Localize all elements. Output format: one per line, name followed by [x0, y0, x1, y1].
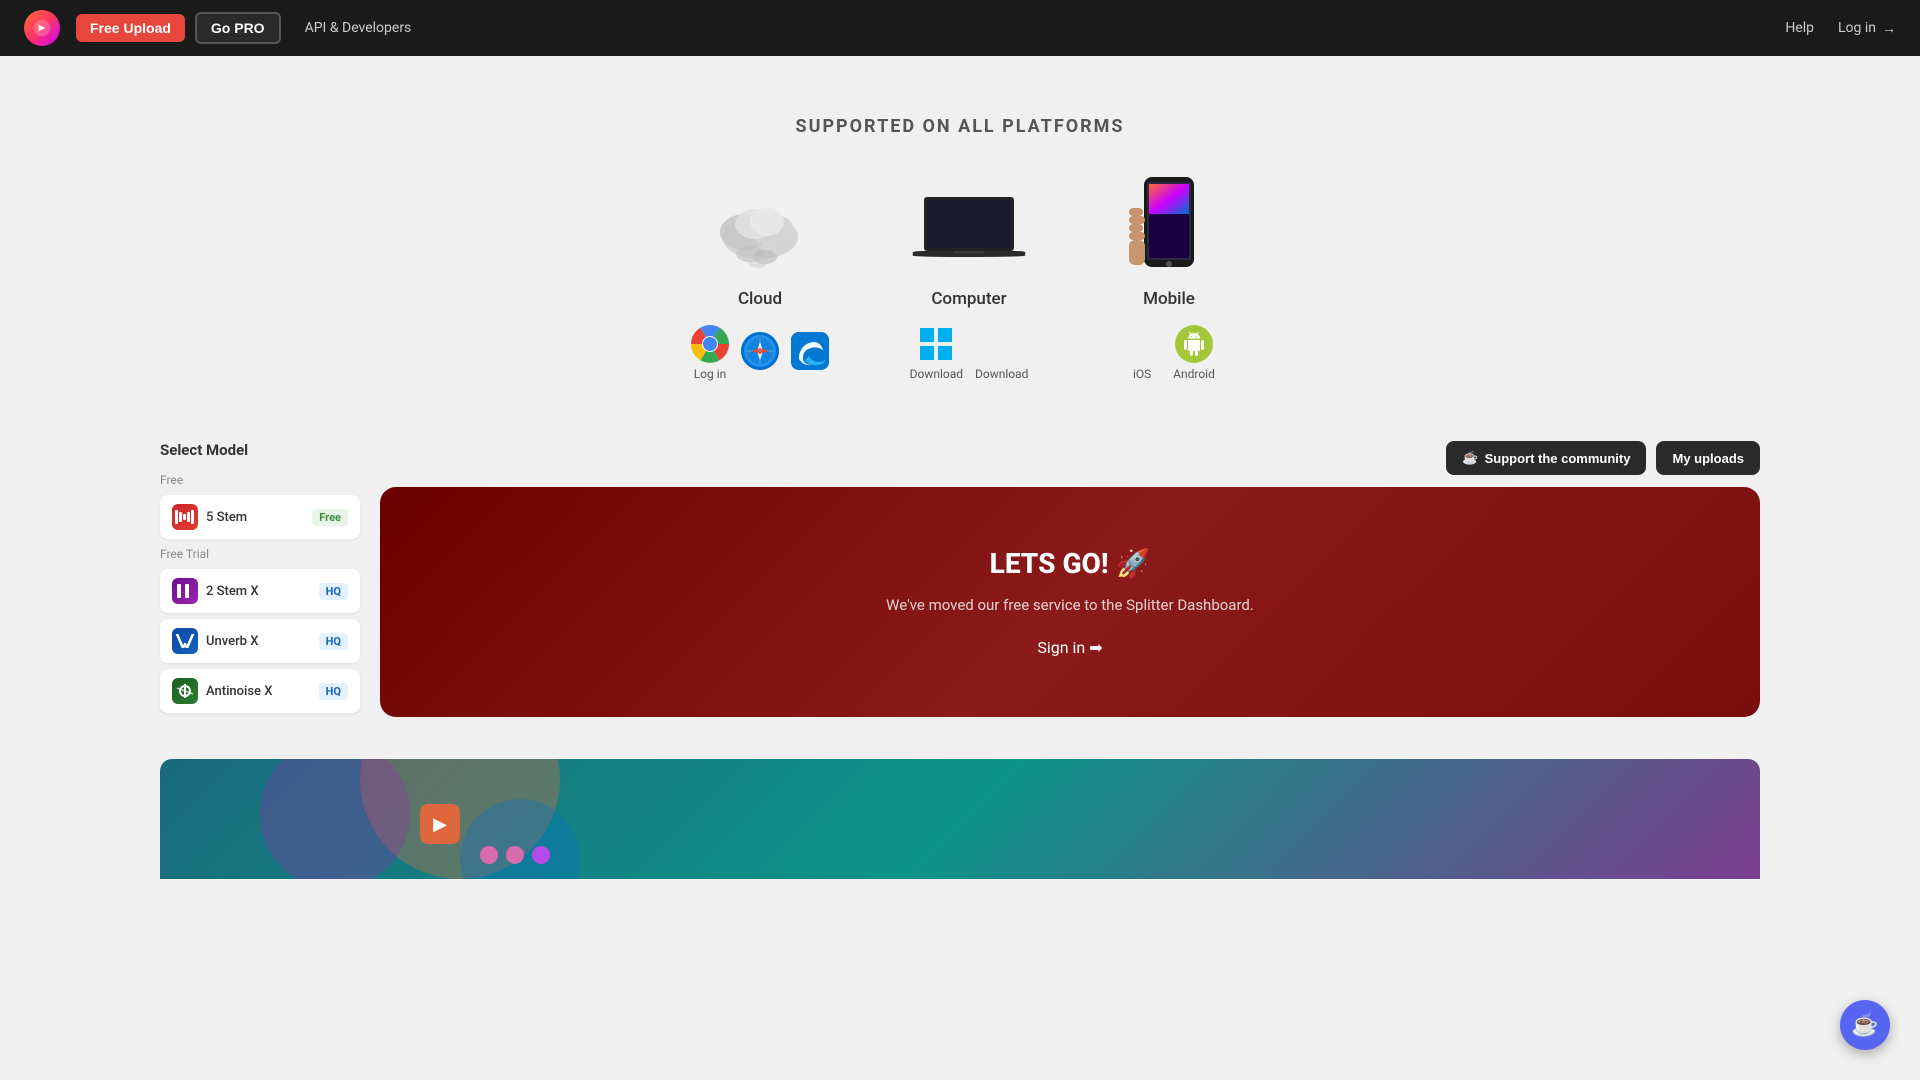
- 2stemx-badge: HQ: [319, 583, 348, 600]
- navbar: Free Upload Go PRO API & Developers Help…: [0, 0, 1920, 56]
- 5stem-badge: Free: [312, 509, 348, 526]
- circle-2: [506, 846, 524, 864]
- 5stem-icon: [172, 504, 198, 530]
- model-2stemx[interactable]: 2 Stem X HQ: [160, 569, 360, 613]
- 2stemx-name: 2 Stem X: [206, 584, 259, 599]
- mobile-label: Mobile: [1143, 289, 1195, 309]
- bottom-banner: ▶: [160, 759, 1760, 879]
- apple-icon: [983, 325, 1021, 363]
- chrome-label: Log in: [694, 367, 727, 381]
- cloud-icons: Log in: [691, 325, 829, 381]
- safari-icon: [741, 332, 779, 370]
- ios-icon-item[interactable]: iOS: [1123, 325, 1161, 381]
- lower-section: Select Model Free 5 Stem Fr: [0, 421, 1920, 739]
- cloud-image: [700, 177, 820, 277]
- 5stem-name: 5 Stem: [206, 510, 247, 525]
- select-model-panel: Select Model Free 5 Stem Fr: [160, 441, 380, 719]
- banner-shape-2: [260, 759, 410, 879]
- banner-circles: [480, 846, 550, 864]
- antinoisex-badge: HQ: [319, 683, 348, 700]
- platform-mobile: Mobile iOS Android: [1109, 177, 1229, 381]
- coffee-fab-icon: ☕: [1851, 1013, 1878, 1038]
- chrome-icon: [691, 325, 729, 363]
- computer-icons: Download Download: [910, 325, 1029, 381]
- computer-image: [909, 177, 1029, 277]
- ios-apple-icon: [1123, 325, 1161, 363]
- unverbx-badge: HQ: [319, 633, 348, 650]
- support-community-button[interactable]: ☕ Support the community: [1446, 441, 1646, 475]
- platform-cloud: Cloud: [691, 177, 829, 381]
- banner-arrow-icon: ▶: [433, 814, 447, 835]
- main-card-area: ☕ Support the community My uploads LETS …: [380, 441, 1760, 717]
- banner-arrow-button[interactable]: ▶: [420, 804, 460, 844]
- model-unverbx[interactable]: Unverb X HQ: [160, 619, 360, 663]
- android-label: Android: [1173, 367, 1215, 381]
- login-button[interactable]: Log in →: [1838, 20, 1896, 37]
- edge-icon: [791, 332, 829, 370]
- platform-computer: Computer Download: [909, 177, 1029, 381]
- main-content: SUPPORTED ON ALL PLATFORMS: [0, 56, 1920, 879]
- mobile-image: [1109, 177, 1229, 277]
- unverbx-icon: [172, 628, 198, 654]
- ios-label: iOS: [1133, 367, 1151, 381]
- signin-link[interactable]: Sign in ➡: [1037, 638, 1102, 657]
- windows-icon-item[interactable]: Download: [910, 325, 963, 381]
- red-card-title: LETS GO! 🚀: [420, 547, 1720, 580]
- unverbx-name: Unverb X: [206, 634, 258, 649]
- circle-1: [480, 846, 498, 864]
- my-uploads-button[interactable]: My uploads: [1656, 441, 1760, 475]
- free-upload-button[interactable]: Free Upload: [76, 14, 185, 42]
- logo[interactable]: [24, 10, 60, 46]
- android-icon-item[interactable]: Android: [1173, 325, 1215, 381]
- model-5stem[interactable]: 5 Stem Free: [160, 495, 360, 539]
- windows-icon: [917, 325, 955, 363]
- platforms-grid: Cloud: [40, 177, 1880, 381]
- help-link[interactable]: Help: [1785, 20, 1814, 36]
- coffee-icon: ☕: [1462, 450, 1478, 466]
- mobile-icons: iOS Android: [1123, 325, 1215, 381]
- coffee-fab-button[interactable]: ☕: [1840, 1000, 1890, 1050]
- login-icon: →: [1882, 20, 1896, 37]
- android-icon: [1175, 325, 1213, 363]
- category-free-trial: Free Trial: [160, 547, 360, 561]
- 2stemx-icon: [172, 578, 198, 604]
- apple-computer-icon-item[interactable]: Download: [975, 325, 1028, 381]
- safari-icon-item[interactable]: [741, 332, 779, 374]
- platforms-title: SUPPORTED ON ALL PLATFORMS: [40, 116, 1880, 137]
- select-model-title: Select Model: [160, 441, 360, 459]
- api-developers-link[interactable]: API & Developers: [305, 20, 412, 36]
- apple-download-label: Download: [975, 367, 1028, 381]
- top-bar: ☕ Support the community My uploads: [380, 441, 1760, 475]
- category-free: Free: [160, 473, 360, 487]
- edge-icon-item[interactable]: [791, 332, 829, 374]
- go-pro-button[interactable]: Go PRO: [195, 12, 281, 44]
- windows-download-label: Download: [910, 367, 963, 381]
- computer-label: Computer: [931, 289, 1006, 309]
- red-card-subtitle: We've moved our free service to the Spli…: [420, 596, 1720, 614]
- red-card: LETS GO! 🚀 We've moved our free service …: [380, 487, 1760, 717]
- cloud-label: Cloud: [738, 289, 782, 309]
- antinoisex-icon: [172, 678, 198, 704]
- circle-3: [532, 846, 550, 864]
- chrome-icon-item[interactable]: Log in: [691, 325, 729, 381]
- platforms-section: SUPPORTED ON ALL PLATFORMS: [0, 96, 1920, 421]
- model-antinoisex[interactable]: Antinoise X HQ: [160, 669, 360, 713]
- antinoisex-name: Antinoise X: [206, 684, 272, 699]
